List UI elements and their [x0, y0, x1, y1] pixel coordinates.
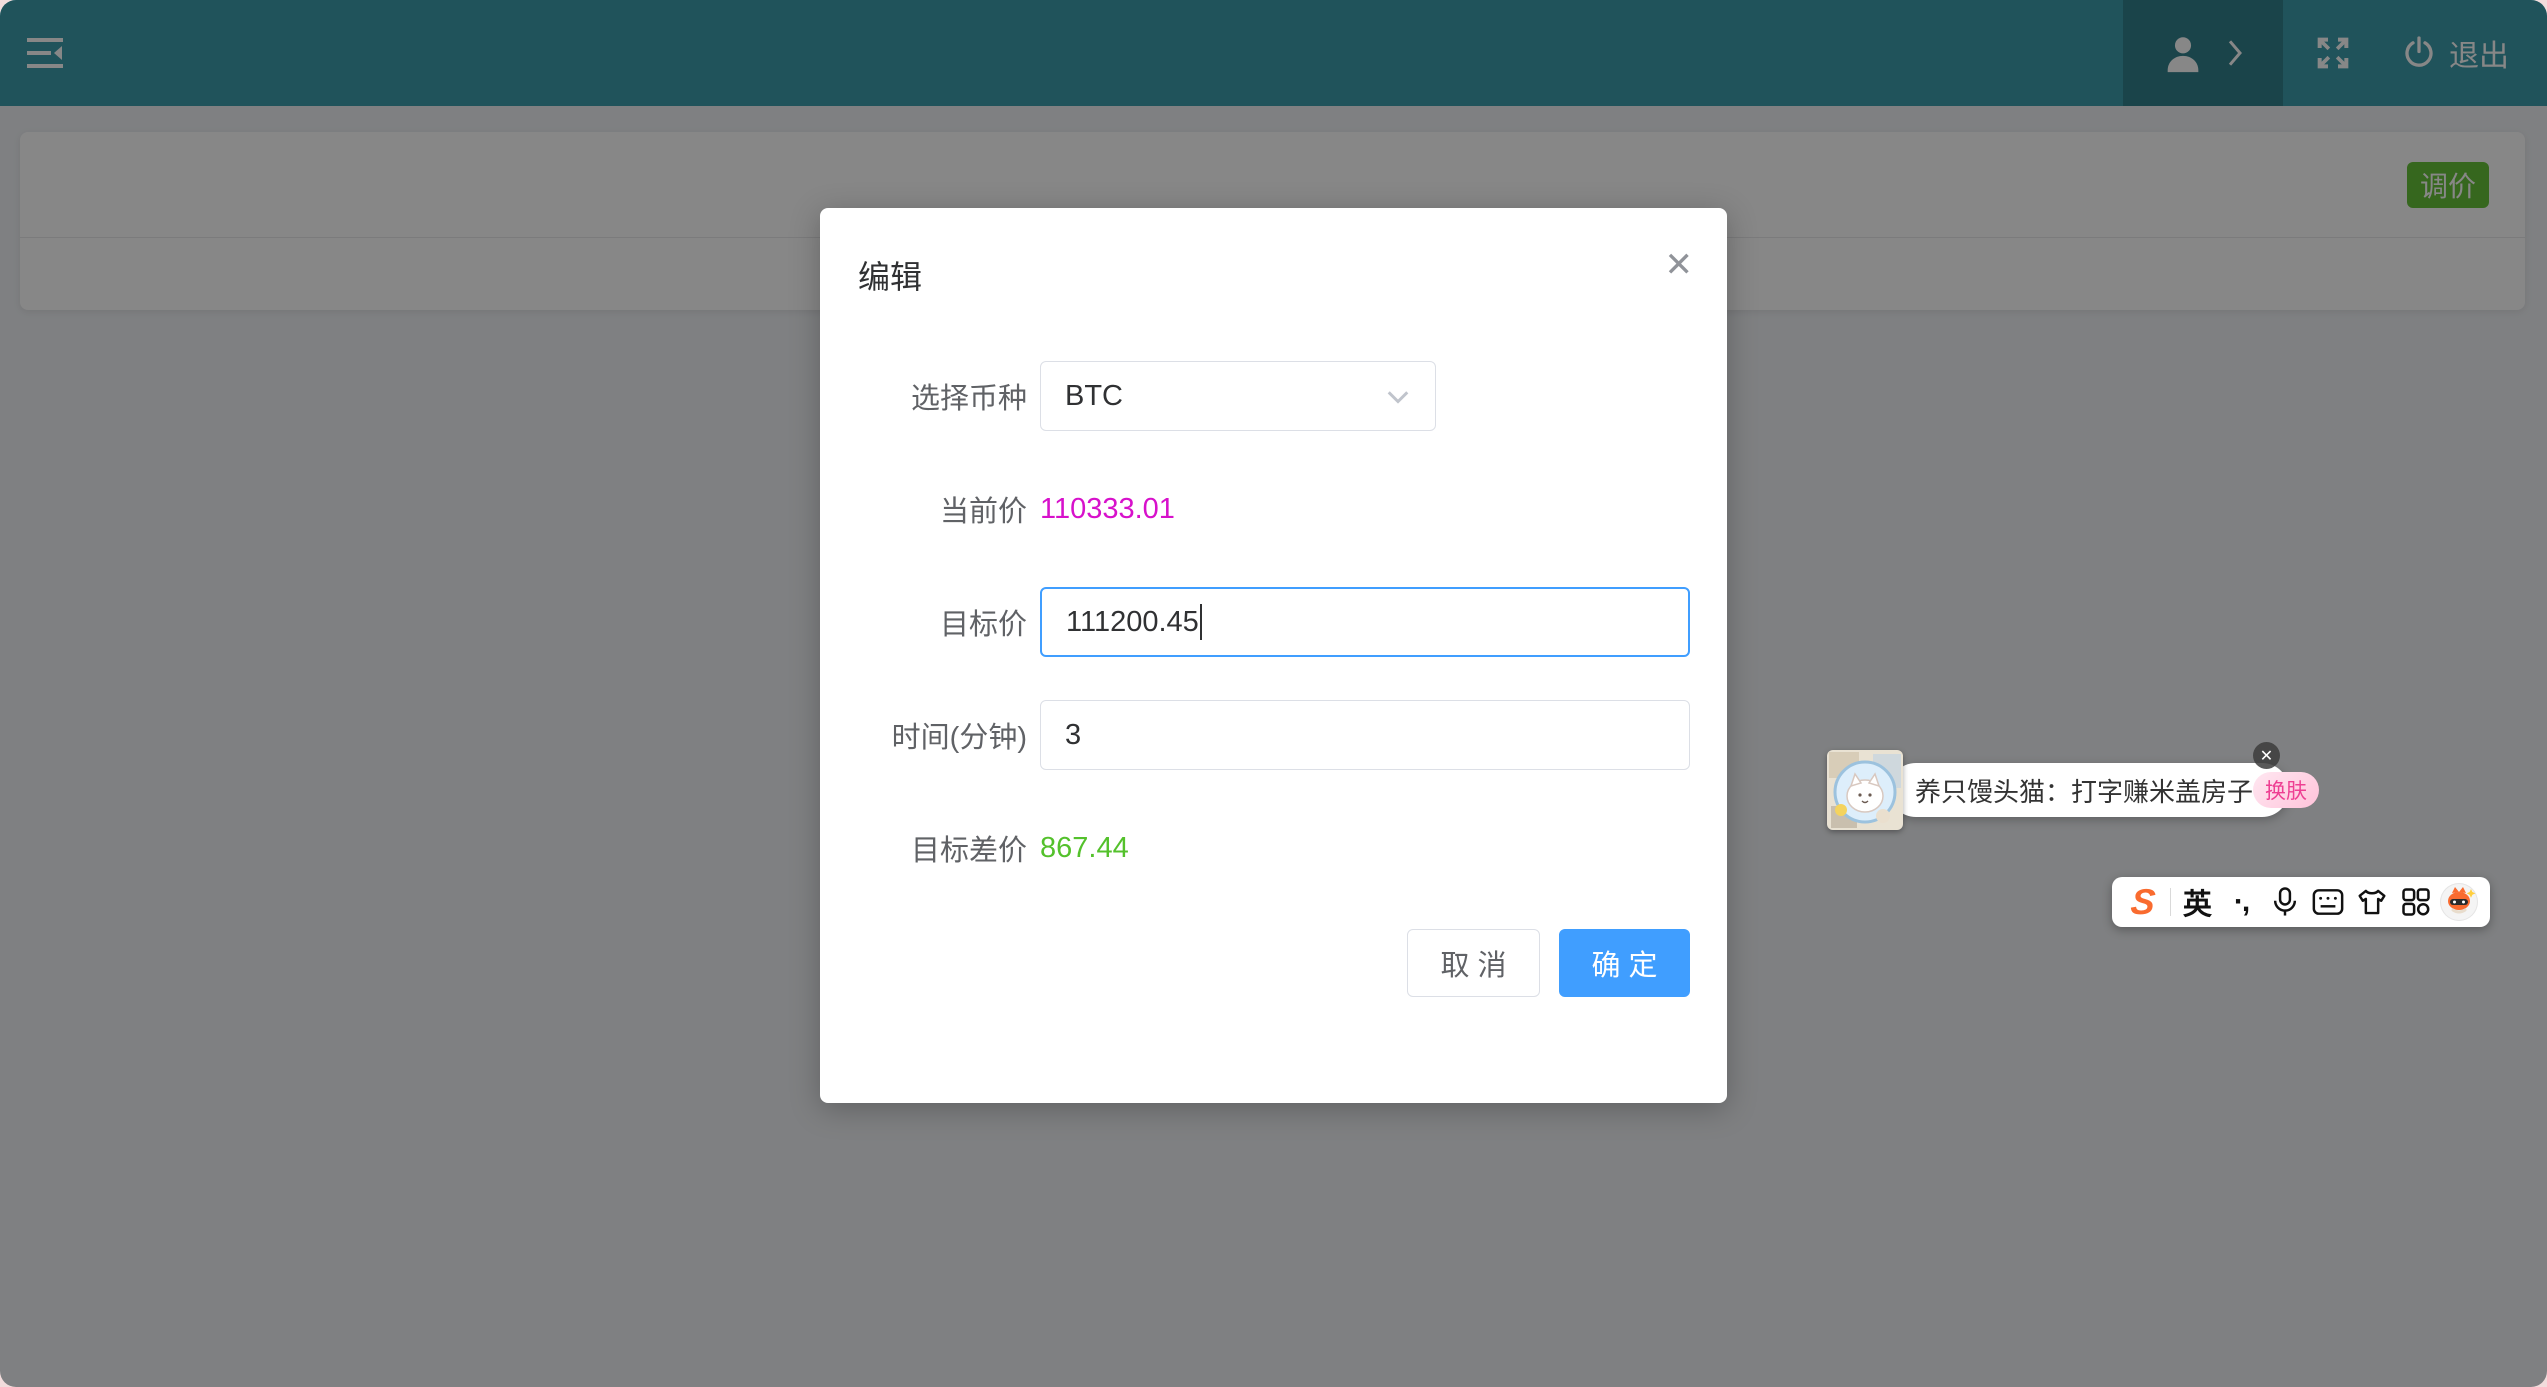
ime-cat-message: 养只馒头猫：打字赚米盖房子 [1915, 772, 2253, 809]
dialog-title: 编辑 [858, 259, 922, 295]
ime-toolbar: S 英 ·, [2112, 877, 2490, 927]
cancel-button[interactable]: 取 消 [1407, 929, 1540, 997]
tshirt-icon [2356, 887, 2388, 917]
form-row-target-diff: 目标差价 867.44 [820, 813, 1727, 883]
currency-select[interactable]: BTC [1040, 361, 1436, 431]
virtual-keyboard-button[interactable] [2307, 877, 2349, 927]
form-row-target-price: 目标价 111200.45 [820, 587, 1727, 657]
ime-cat-message-pill: 养只馒头猫：打字赚米盖房子 换肤 [1889, 763, 2289, 817]
dialog-footer: 取 消 确 定 [1407, 929, 1690, 997]
ai-cat-icon [2440, 883, 2478, 921]
dialog-header: 编辑 ✕ [820, 208, 1727, 298]
chevron-down-icon [1385, 383, 1411, 409]
form-row-current-price: 当前价 110333.01 [820, 474, 1727, 544]
target-price-label: 目标价 [820, 601, 1027, 643]
ime-widget-close-button[interactable]: ✕ [2253, 742, 2280, 769]
sogou-logo: S [2129, 881, 2157, 923]
skin-shop-button[interactable] [2351, 877, 2393, 927]
current-price-value: 110333.01 [1040, 493, 1175, 526]
edit-dialog: 编辑 ✕ 选择币种 BTC 当前价 110333.01 [820, 208, 1727, 1103]
sogou-logo-button[interactable]: S [2122, 877, 2164, 927]
target-price-input-value: 111200.45 [1066, 606, 1199, 639]
browser-window: 退出 调价 编辑 ✕ 选择币种 BTC [0, 0, 2547, 1387]
dialog-close-icon[interactable]: ✕ [1665, 248, 1694, 282]
language-mode-button[interactable]: 英 [2177, 877, 2219, 927]
ai-cat-assistant-button[interactable] [2438, 877, 2480, 927]
dialog-body: 选择币种 BTC 当前价 110333.01 目标价 [820, 361, 1727, 926]
minutes-label: 时间(分钟) [820, 714, 1027, 756]
target-price-input[interactable]: 111200.45 [1040, 587, 1690, 657]
punctuation-icon: ·, [2234, 887, 2248, 917]
currency-select-value: BTC [1065, 380, 1123, 413]
keyboard-icon [2312, 887, 2344, 917]
language-mode-label: 英 [2183, 881, 2212, 923]
target-diff-value: 867.44 [1040, 832, 1129, 865]
change-skin-button[interactable]: 换肤 [2253, 772, 2319, 808]
confirm-button[interactable]: 确 定 [1559, 929, 1690, 997]
text-caret [1200, 604, 1202, 640]
ime-cat-avatar[interactable] [1827, 750, 1903, 830]
voice-input-button[interactable] [2264, 877, 2306, 927]
currency-label: 选择币种 [820, 375, 1027, 417]
target-diff-label: 目标差价 [820, 827, 1027, 869]
apps-grid-icon [2401, 887, 2431, 917]
current-price-label: 当前价 [820, 488, 1027, 530]
punctuation-toggle-button[interactable]: ·, [2220, 877, 2262, 927]
cat-illustration [1827, 750, 1903, 830]
microphone-icon [2270, 886, 2300, 918]
minutes-input-value: 3 [1065, 719, 1081, 752]
toolbar-divider [2170, 888, 2171, 916]
minutes-input[interactable]: 3 [1040, 700, 1690, 770]
toolbox-button[interactable] [2395, 877, 2437, 927]
form-row-minutes: 时间(分钟) 3 [820, 700, 1727, 770]
form-row-currency: 选择币种 BTC [820, 361, 1727, 431]
